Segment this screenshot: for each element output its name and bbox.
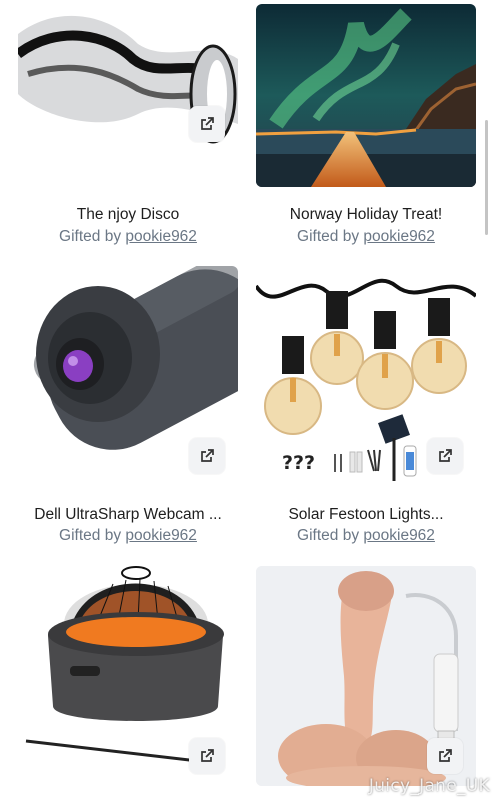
scrollbar[interactable] [485, 120, 488, 235]
open-link-button[interactable] [427, 438, 463, 474]
gift-title: The njoy Disco [76, 206, 180, 223]
gift-card-2[interactable]: Norway Holiday Treat! Gifted by pookie96… [256, 0, 476, 250]
gifted-by-label: Gifted by [297, 527, 364, 544]
gifter-link[interactable]: pookie962 [363, 527, 435, 544]
gifted-by-line: Gifted by pookie962 [256, 527, 476, 545]
open-link-button[interactable] [189, 106, 225, 142]
gift-card-5[interactable] [18, 566, 238, 800]
gift-title: Dell UltraSharp Webcam ... [34, 506, 222, 523]
gift-title: Norway Holiday Treat! [289, 206, 443, 223]
gifted-by-label: Gifted by [59, 527, 126, 544]
gift-card-1[interactable]: The njoy Disco Gifted by pookie962 [18, 0, 238, 250]
open-link-button[interactable] [427, 738, 463, 774]
gifted-by-line: Gifted by pookie962 [18, 527, 238, 545]
external-link-icon [201, 749, 214, 762]
gifter-link[interactable]: pookie962 [125, 228, 197, 245]
gifter-link[interactable]: pookie962 [363, 228, 435, 245]
gift-image-fire-pit[interactable] [18, 566, 238, 786]
external-link-icon [439, 449, 452, 462]
gift-image-chrome-toy[interactable] [18, 4, 238, 154]
gift-image-festoon-lights[interactable]: ??? [256, 266, 476, 486]
external-link-icon [439, 749, 452, 762]
external-link-icon [201, 117, 214, 130]
open-link-button[interactable] [189, 438, 225, 474]
external-link-icon [201, 449, 214, 462]
gift-card-3[interactable]: Dell UltraSharp Webcam ... Gifted by poo… [18, 266, 238, 546]
gifted-by-line: Gifted by pookie962 [256, 228, 476, 246]
gift-title: Solar Festoon Lights... [288, 506, 444, 523]
gifted-by-label: Gifted by [297, 228, 364, 245]
watermark-text: Juicy_Jane_UK [368, 776, 490, 796]
gift-image-aurora-landscape[interactable] [256, 4, 476, 187]
gift-image-flesh-toy[interactable] [256, 566, 476, 786]
gift-image-webcam[interactable] [18, 266, 238, 486]
gifted-by-label: Gifted by [59, 228, 126, 245]
open-link-button[interactable] [189, 738, 225, 774]
gifter-link[interactable]: pookie962 [125, 527, 197, 544]
gifted-by-line: Gifted by pookie962 [18, 228, 238, 246]
gift-card-4[interactable]: ??? Solar Festoon Lights... Gifted by po… [256, 266, 476, 546]
question-marks-text: ??? [282, 452, 315, 474]
gift-card-6[interactable] [256, 566, 476, 800]
